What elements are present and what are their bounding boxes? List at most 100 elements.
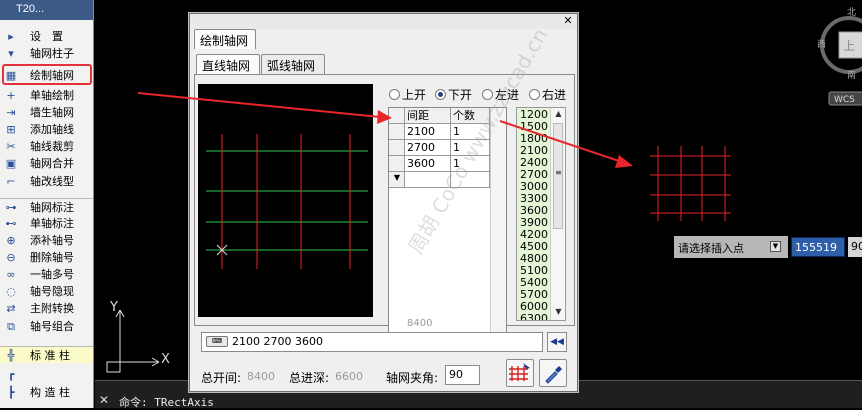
menu-item-4[interactable]: + 单轴绘制 (0, 87, 93, 104)
table-cell-new[interactable] (405, 172, 451, 188)
menu-item-15[interactable]: ◌ 轴号隐现 (0, 283, 93, 300)
menu-item-1[interactable]: ▸ 设 置 (0, 28, 93, 45)
dialog-titlebar[interactable] (190, 14, 577, 29)
angle-label: 轴网夹角: (386, 371, 439, 385)
menu-item-label: 轴号隐现 (30, 285, 74, 298)
radio-bottom-open[interactable]: 下开 (435, 86, 472, 103)
table-cell-new[interactable] (451, 172, 490, 188)
row-dropdown-icon[interactable]: ▼ (391, 172, 403, 184)
close-icon[interactable]: ✕ (562, 15, 574, 27)
menu-item-9[interactable]: ⌐ 轴改线型 (0, 173, 93, 190)
menu-item-5[interactable]: ⇥ 墙生轴网 (0, 104, 93, 121)
coord-y-input[interactable]: 90 (848, 237, 862, 257)
menu-item-label: 单轴标注 (30, 217, 74, 230)
ucs-y-label: Y (109, 300, 118, 315)
radio-right-depth[interactable]: 右进 (529, 86, 566, 103)
total-depth-value: 6600 (335, 370, 363, 383)
table-cell-spacing[interactable]: 2700 (405, 140, 451, 156)
menu-item-10[interactable]: ⊶ 轴网标注 (0, 198, 93, 215)
table-cell-count[interactable]: 1 (451, 140, 490, 156)
standard-column-icon: ╬ (7, 349, 15, 362)
coord-x-input[interactable]: 155519 (791, 237, 845, 257)
scroll-up-icon[interactable]: ▲ (553, 109, 564, 118)
menu-item-6[interactable]: ⊞ 添加轴线 (0, 121, 93, 138)
column-header-count: 个数 (451, 108, 490, 124)
menu-item-20[interactable]: ┣ 构 造 柱 (0, 384, 93, 401)
menu-item-18[interactable]: ╬ 标 准 柱 (0, 346, 93, 363)
menu-item-2[interactable]: ▾ 轴网柱子 (0, 45, 93, 62)
menu-item-label: 轴改线型 (30, 175, 74, 188)
menu-item-19[interactable]: ┏ (0, 366, 93, 383)
tool-palette: T20... ▸ 设 置 ▾ 轴网柱子 ▦ 绘制轴网 + 单轴绘制 ⇥ 墙生轴网 ⊞ 添加轴线 ✂ 轴线裁… (0, 0, 94, 408)
grid-pick-icon (509, 363, 530, 381)
prompt-dropdown[interactable]: ▼ (770, 241, 781, 252)
menu-item-label: 主附转换 (30, 302, 74, 315)
ucs-x-label: X (161, 352, 170, 367)
tab-arc-axis[interactable]: 弧线轴网 (261, 54, 325, 74)
wall-axis-icon: ⇥ (6, 106, 16, 119)
total-depth-label: 总进深: (289, 371, 330, 385)
table-cell-spacing[interactable]: 3600 (405, 156, 451, 172)
menu-item-label: 轴网柱子 (30, 47, 74, 60)
radio-dot[interactable] (389, 89, 400, 100)
hide-number-icon: ◌ (6, 285, 16, 298)
structural-column-icon: ┣ (7, 386, 15, 399)
grid-dimension-icon: ⊶ (5, 201, 17, 214)
linetype-icon: ⌐ (6, 175, 16, 188)
list-item[interactable]: 6300 (520, 313, 548, 321)
spacing-table[interactable]: 间距 个数 2100 1 2700 1 3600 1 ▼ 8400 (388, 107, 507, 336)
row-header[interactable] (389, 156, 405, 172)
menu-item-label: 构 造 柱 (30, 386, 70, 399)
menu-item-7[interactable]: ✂ 轴线裁剪 (0, 138, 93, 155)
menu-item-label: 轴网合并 (30, 157, 74, 170)
angle-input[interactable]: 90 (445, 365, 480, 385)
menu-item-label: 添补轴号 (30, 234, 74, 247)
keyboard-icon[interactable]: ⌨ (206, 336, 228, 347)
combine-number-icon: ⧉ (7, 320, 15, 333)
eyedropper-button[interactable] (539, 359, 567, 387)
menu-item-8[interactable]: ▣ 轴网合并 (0, 155, 93, 172)
tab-straight-axis[interactable]: 直线轴网 (196, 54, 260, 74)
radio-left-depth[interactable]: 左进 (482, 86, 519, 103)
radio-dot[interactable] (529, 89, 540, 100)
radio-top-open[interactable]: 上开 (389, 86, 426, 103)
table-cell-spacing[interactable]: 2100 (405, 124, 451, 140)
corner-column-icon: ┏ (7, 368, 15, 381)
draw-axis-dialog: ✕ 绘制轴网 直线轴网 弧线轴网 上开 下开 左进 右进 间距 个数 2100 … (189, 13, 578, 392)
total-open-value: 8400 (247, 370, 275, 383)
menu-item-13[interactable]: ⊖ 删除轴号 (0, 249, 93, 266)
menu-item-label: 单轴绘制 (30, 89, 74, 102)
menu-item-17[interactable]: ⧉ 轴号组合 (0, 318, 93, 335)
column-header-spacing: 间距 (405, 108, 451, 124)
pick-grid-button[interactable] (506, 359, 534, 387)
scroll-down-icon[interactable]: ▼ (553, 307, 564, 316)
table-scrollbar[interactable] (490, 108, 506, 335)
radio-dot[interactable] (435, 89, 446, 100)
menu-item-14[interactable]: ∞ 一轴多号 (0, 266, 93, 283)
single-dimension-icon: ⊷ (5, 217, 17, 230)
compass-south: 南 (847, 69, 856, 81)
axis-values-input[interactable]: 2100 2700 3600 (201, 332, 543, 352)
table-cell-count[interactable]: 1 (451, 124, 490, 140)
spacing-value-list[interactable]: 1200 1500 1800 2100 2400 2700 3000 3300 3600 3900… (516, 107, 566, 321)
eyedropper-icon (545, 366, 562, 384)
command-close-icon[interactable]: ✕ (96, 392, 112, 408)
highlight-annotation (2, 64, 92, 85)
multi-number-icon: ∞ (6, 268, 16, 281)
rewind-button[interactable]: ◀◀ (547, 332, 567, 352)
menu-item-12[interactable]: ⊕ 添补轴号 (0, 232, 93, 249)
add-number-icon: ⊕ (6, 234, 16, 247)
add-axis-icon: ⊞ (6, 123, 16, 136)
menu-item-11[interactable]: ⊷ 单轴标注 (0, 215, 93, 232)
single-axis-icon: + (6, 89, 16, 102)
view-compass[interactable]: 上 北 西 南 WCS (817, 7, 862, 106)
compass-west: 西 (817, 39, 826, 50)
radio-dot[interactable] (482, 89, 493, 100)
menu-item-16[interactable]: ⇄ 主附转换 (0, 300, 93, 317)
compass-up: 上 (843, 39, 855, 53)
tab-draw-axis[interactable]: 绘制轴网 (194, 29, 256, 49)
value-list-scrollbar[interactable]: ▲ ≡ ▼ (550, 108, 565, 320)
row-header[interactable] (389, 140, 405, 156)
table-cell-count[interactable]: 1 (451, 156, 490, 172)
row-header[interactable] (389, 124, 405, 140)
